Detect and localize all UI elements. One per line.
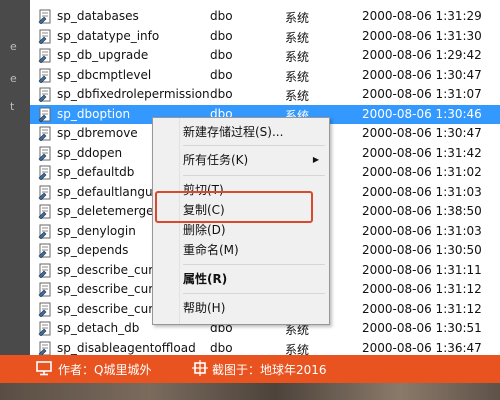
- procedure-created-date: 2000-08-06 1:31:42: [362, 145, 482, 160]
- menu-item-rename[interactable]: 重命名(M): [183, 240, 323, 260]
- procedure-created-date: 2000-08-06 1:31:12: [362, 282, 482, 296]
- procedure-owner: dbo: [210, 67, 233, 82]
- procedure-name: sp_datatype_info: [57, 28, 160, 43]
- procedure-name: sp_db_upgrade: [57, 48, 149, 62]
- procedure-created-date: 2000-08-06 1:31:03: [362, 184, 482, 199]
- procedure-name: sp_dbfixedrolepermission: [57, 87, 210, 101]
- procedure-type: 系统: [285, 50, 310, 64]
- procedure-created-date: 2000-08-06 1:30:50: [362, 243, 482, 257]
- watermark-source: 截图于：地球年2016: [212, 363, 327, 377]
- procedure-owner: dbo: [210, 87, 233, 101]
- left-pane-char: e: [10, 40, 17, 53]
- stored-procedure-icon: [38, 341, 51, 355]
- procedure-created-date: 2000-08-06 1:31:07: [362, 87, 482, 101]
- procedure-created-date: 2000-08-06 1:38:50: [362, 204, 482, 218]
- monitor-icon: [36, 361, 52, 376]
- procedure-name: sp_dbcmptlevel: [57, 67, 152, 82]
- procedure-created-date: 2000-08-06 1:30:51: [362, 321, 482, 335]
- watermark-banner: 作者：Q城里城外 截图于：地球年2016: [0, 355, 500, 383]
- procedure-name: sp_defaultdb: [57, 165, 135, 179]
- procedure-name: sp_describe_curso: [57, 282, 167, 296]
- menu-item-properties[interactable]: 属性(R): [183, 269, 323, 289]
- stored-procedure-icon: [38, 68, 51, 83]
- procedure-created-date: 2000-08-06 1:31:12: [362, 301, 482, 316]
- menu-item-all-tasks-label: 所有任务(K): [183, 153, 249, 167]
- table-row[interactable]: sp_db_upgrade dbo 系统 2000-08-06 1:29:42: [30, 46, 500, 65]
- procedure-created-date: 2000-08-06 1:36:47: [362, 340, 482, 355]
- procedure-created-date: 2000-08-06 1:31:11: [362, 262, 482, 277]
- menu-separator: [183, 293, 325, 294]
- procedure-name: sp_defaultlanguag: [57, 184, 168, 199]
- menu-item-all-tasks[interactable]: 所有任务(K) ▶: [183, 150, 323, 170]
- procedure-type: 系统: [285, 11, 310, 25]
- procedure-owner: dbo: [210, 9, 233, 23]
- menu-separator: [183, 145, 325, 146]
- stored-procedure-icon: [38, 204, 51, 219]
- procedure-name: sp_depends: [57, 243, 129, 257]
- stored-procedure-icon: [38, 107, 51, 122]
- procedure-name: sp_disableagentoffload: [57, 340, 196, 355]
- watermark-author: 作者：Q城里城外: [58, 363, 152, 377]
- procedure-type: 系统: [285, 89, 310, 103]
- procedure-created-date: 2000-08-06 1:30:46: [362, 106, 482, 121]
- stored-procedure-icon: [38, 48, 51, 63]
- procedure-name: sp_detach_db: [57, 321, 140, 335]
- procedure-created-date: 2000-08-06 1:30:47: [362, 126, 482, 140]
- procedure-created-date: 2000-08-06 1:31:30: [362, 28, 482, 43]
- watermark-footer: 作者：Q城里城外 截图于：地球年2016: [0, 355, 500, 400]
- table-row[interactable]: sp_dbfixedrolepermission dbo 系统 2000-08-06 …: [30, 85, 500, 104]
- procedure-type: 系统: [285, 69, 310, 84]
- procedure-created-date: 2000-08-06 1:29:42: [362, 48, 482, 62]
- menu-item-help[interactable]: 帮助(H): [183, 298, 323, 318]
- procedure-name: sp_deletemergeco: [57, 204, 168, 218]
- stored-procedure-icon: [38, 126, 51, 141]
- procedure-name: sp_databases: [57, 9, 139, 23]
- menu-separator: [183, 264, 325, 265]
- procedure-created-date: 2000-08-06 1:30:47: [362, 67, 482, 82]
- table-row[interactable]: sp_dbcmptlevel dbo 系统 2000-08-06 1:30:47: [30, 66, 500, 85]
- crop-icon: [192, 360, 208, 376]
- stored-procedure-icon: [38, 29, 51, 44]
- procedure-owner: dbo: [210, 28, 233, 43]
- table-row[interactable]: sp_datatype_info dbo 系统 2000-08-06 1:31:30: [30, 27, 500, 46]
- procedure-created-date: 2000-08-06 1:31:03: [362, 223, 482, 238]
- stored-procedure-icon: [38, 224, 51, 239]
- background-photo-strip: [0, 383, 500, 400]
- left-pane-char: e: [10, 72, 17, 85]
- stored-procedure-icon: [38, 321, 51, 336]
- stored-procedure-icon: [38, 302, 51, 317]
- left-pane-char: t: [10, 100, 15, 113]
- copy-highlight-box: [155, 191, 313, 223]
- procedure-name: sp_denylogin: [57, 223, 136, 238]
- procedure-created-date: 2000-08-06 1:31:02: [362, 165, 482, 179]
- table-row[interactable]: sp_disableagentoffload dbo 系统 2000-08-06 1:…: [30, 339, 500, 356]
- stored-procedure-icon: [38, 87, 51, 102]
- stored-procedure-icon: [38, 165, 51, 180]
- procedure-created-date: 2000-08-06 1:31:29: [362, 9, 482, 23]
- stored-procedure-icon: [38, 282, 51, 297]
- table-row[interactable]: sp_databases dbo 系统 2000-08-06 1:31:29: [30, 7, 500, 26]
- stored-procedure-icon: [38, 146, 51, 161]
- procedure-name: sp_describe_curso: [57, 301, 167, 316]
- procedure-name: sp_dboption: [57, 106, 131, 121]
- submenu-arrow-icon: ▶: [312, 155, 319, 164]
- menu-item-new-stored-procedure[interactable]: 新建存储过程(S)...: [183, 122, 323, 142]
- menu-item-delete[interactable]: 删除(D): [183, 220, 323, 240]
- procedure-name: sp_describe_curso: [57, 262, 167, 277]
- procedure-name: sp_ddopen: [57, 145, 123, 160]
- stored-procedure-icon: [38, 263, 51, 278]
- stored-procedure-icon: [38, 9, 51, 24]
- stored-procedure-icon: [38, 185, 51, 200]
- stored-procedure-icon: [38, 243, 51, 258]
- procedure-owner: dbo: [210, 340, 233, 355]
- procedure-type: 系统: [285, 342, 310, 356]
- menu-separator: [183, 175, 325, 176]
- procedure-name: sp_dbremove: [57, 126, 138, 140]
- procedure-owner: dbo: [210, 48, 233, 62]
- left-pane-edge: e e t: [0, 0, 30, 355]
- procedure-type: 系统: [285, 30, 310, 45]
